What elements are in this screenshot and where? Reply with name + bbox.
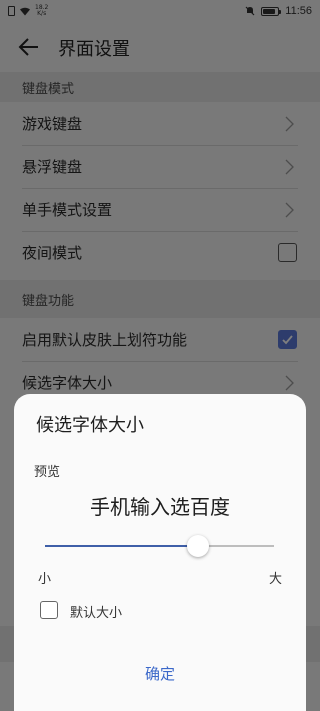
slider-max-label: 大 [268,572,282,587]
confirm-button[interactable]: 确定 [104,658,216,688]
preview-text: 手机输入选百度 [90,495,230,519]
slider-fill [45,545,199,547]
preview-label: 预览 [34,465,61,480]
default-size-label: 默认大小 [70,606,123,621]
font-size-slider[interactable] [45,535,274,557]
default-size-checkbox[interactable] [40,601,58,619]
slider-min-label: 小 [38,572,52,587]
dialog-title: 候选字体大小 [36,415,144,436]
font-size-dialog: 候选字体大小 预览 手机输入选百度 小 大 默认大小 确定 [14,394,306,711]
slider-thumb[interactable] [187,535,210,557]
